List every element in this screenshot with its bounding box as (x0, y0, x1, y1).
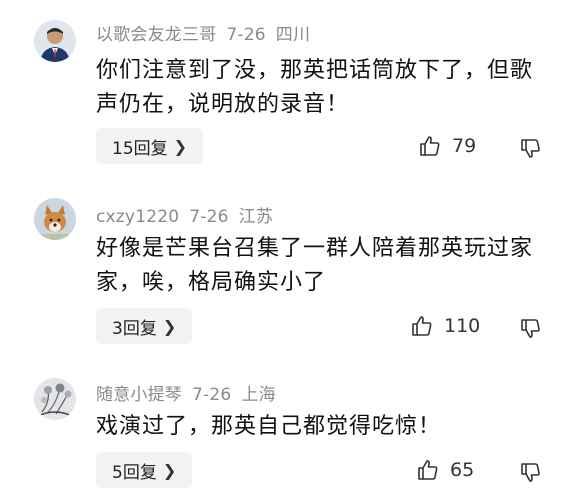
chevron-right-icon: ❯ (162, 316, 177, 336)
username[interactable]: cxzy1220 (96, 207, 179, 227)
like-count: 110 (444, 315, 481, 337)
like-button[interactable]: 65 (416, 458, 474, 482)
thumbs-up-icon (418, 134, 442, 158)
username[interactable]: 随意小提琴 (96, 385, 182, 405)
replies-button[interactable]: 3回复 ❯ (96, 308, 193, 344)
thumbs-up-icon (410, 314, 434, 338)
replies-label: 5回复 (112, 462, 157, 483)
avatar[interactable] (34, 198, 76, 240)
comment-meta: 随意小提琴 7-26 上海 (96, 380, 286, 405)
avatar[interactable] (34, 378, 76, 420)
chevron-right-icon: ❯ (173, 136, 188, 156)
thumbs-down-icon[interactable] (518, 136, 542, 160)
username[interactable]: 以歌会友龙三哥 (96, 25, 216, 45)
like-count: 79 (452, 135, 477, 157)
thumbs-down-icon[interactable] (518, 460, 542, 484)
replies-label: 3回复 (112, 318, 157, 339)
thumbs-up-icon (416, 458, 440, 482)
comment-date: 7-26 (226, 25, 266, 45)
comment-text: 你们注意到了没，那英把话筒放下了，但歌声仍在，说明放的录音！ (96, 58, 534, 117)
like-count: 65 (450, 459, 475, 481)
replies-label: 15回复 (112, 138, 168, 159)
avatar[interactable] (34, 20, 76, 62)
comment-location: 江苏 (238, 207, 274, 227)
comment-date: 7-26 (192, 385, 232, 405)
thumbs-down-icon[interactable] (518, 316, 542, 340)
comment-date: 7-26 (189, 207, 229, 227)
comment-text: 好像是芒果台召集了一群人陪着那英玩过家家，唉，格局确实小了 (96, 236, 534, 295)
like-button[interactable]: 79 (418, 134, 476, 158)
comment-text: 戏演过了，那英自己都觉得吃惊！ (96, 414, 442, 439)
comment-location: 上海 (241, 385, 276, 405)
replies-button[interactable]: 5回复 ❯ (96, 452, 193, 488)
chevron-right-icon: ❯ (162, 460, 177, 480)
like-button[interactable]: 110 (410, 314, 480, 338)
comment-location: 四川 (275, 25, 311, 45)
replies-button[interactable]: 15回复 ❯ (96, 128, 204, 164)
comment-meta: 以歌会友龙三哥 7-26 四川 (96, 20, 320, 45)
comment-meta: cxzy1220 7-26 江苏 (96, 202, 283, 227)
